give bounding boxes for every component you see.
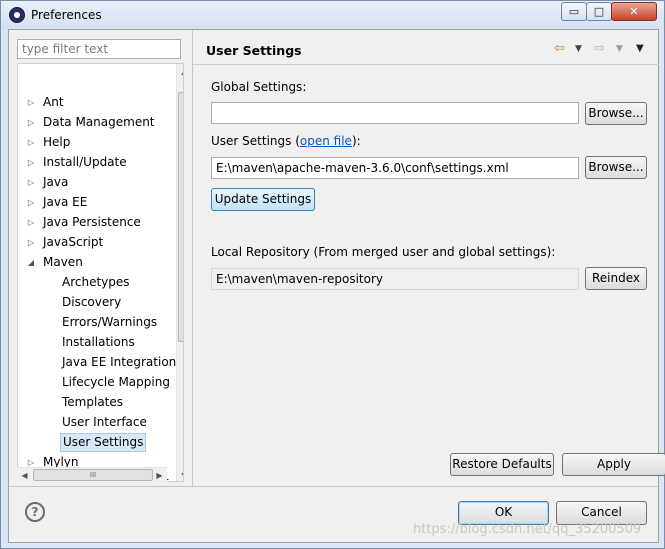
footer-divider	[9, 486, 658, 487]
tree-hscroll-thumb[interactable]: III	[33, 469, 153, 481]
forward-menu-chevron-icon[interactable]: ▼	[616, 41, 623, 57]
header-divider	[193, 64, 659, 65]
tree-item[interactable]: ▷ Java	[18, 173, 176, 192]
forward-arrow-icon[interactable]: ⇨	[594, 41, 605, 57]
tree-item[interactable]: Installations	[18, 333, 176, 352]
tree-item-label: Discovery	[62, 295, 122, 309]
tree-item-label: Ant	[43, 95, 64, 109]
tree-item[interactable]: ▷ Ant	[18, 93, 176, 112]
back-arrow-icon[interactable]: ⇦	[554, 41, 565, 57]
tree-item[interactable]: Discovery	[18, 293, 176, 312]
local-repository-label: Local Repository (From merged user and g…	[211, 245, 556, 259]
tree-collapsed-arrow-icon[interactable]: ▷	[26, 198, 36, 208]
page-title: User Settings	[206, 43, 302, 58]
tree-item-label: Java EE	[43, 195, 88, 209]
tree-item-label: Archetypes	[62, 275, 130, 289]
user-settings-label-suffix: ):	[351, 134, 361, 148]
global-settings-field[interactable]	[211, 102, 579, 124]
tree-collapsed-arrow-icon[interactable]: ▷	[26, 118, 36, 128]
tree-item-label: User Settings	[60, 433, 147, 452]
user-browse-button[interactable]: Browse...	[585, 156, 647, 179]
tree-collapsed-arrow-icon[interactable]: ▷	[26, 98, 36, 108]
scroll-right-arrow-icon[interactable]: ▶	[152, 468, 167, 483]
tree-item-label: Installations	[62, 335, 135, 349]
tree-collapsed-arrow-icon[interactable]: ▷	[26, 178, 36, 188]
reindex-button[interactable]: Reindex	[585, 267, 647, 290]
tree-item-label: User Interface	[62, 415, 147, 429]
panel-sash[interactable]	[192, 30, 193, 486]
user-settings-field[interactable]: E:\maven\apache-maven-3.6.0\conf\setting…	[211, 157, 579, 179]
back-menu-chevron-icon[interactable]: ▼	[575, 41, 582, 57]
tree-item[interactable]: Errors/Warnings	[18, 313, 176, 332]
close-button[interactable]: ✕	[611, 2, 657, 21]
tree-item[interactable]: Lifecycle Mapping	[18, 373, 176, 392]
tree-item-label: Java	[43, 175, 69, 189]
tree-item[interactable]: ▷ JavaScript	[18, 233, 176, 252]
open-file-link[interactable]: open file	[300, 134, 352, 148]
tree-horizontal-scrollbar[interactable]: ◀ III ▶	[17, 467, 167, 483]
maximize-button[interactable]: □	[586, 2, 612, 21]
eclipse-icon	[9, 7, 25, 23]
tree-item[interactable]: Archetypes	[18, 273, 176, 292]
title-bar[interactable]: Preferences ▭ □ ✕	[1, 1, 664, 29]
help-icon[interactable]: ?	[25, 502, 45, 522]
tree-vertical-scrollbar[interactable]: ▲ ▼	[176, 64, 183, 481]
local-repository-field: E:\maven\maven-repository	[211, 268, 579, 290]
update-settings-button[interactable]: Update Settings	[211, 188, 315, 211]
tree-item[interactable]: ▷ Help	[18, 133, 176, 152]
tree-item-label: Help	[43, 135, 71, 149]
scroll-down-arrow-icon[interactable]: ▼	[177, 468, 183, 481]
tree-collapsed-arrow-icon[interactable]: ▷	[26, 218, 36, 228]
tree-item-label: Data Management	[43, 115, 155, 129]
tree-item[interactable]: User Settings	[18, 433, 176, 452]
tree-item[interactable]: User Interface	[18, 413, 176, 432]
tree-collapsed-arrow-icon[interactable]: ▷	[26, 138, 36, 148]
tree-item[interactable]: ◢ Maven	[18, 253, 176, 272]
filter-input[interactable]	[17, 39, 181, 59]
user-settings-label: User Settings (open file):	[211, 134, 361, 148]
tree-item[interactable]: ▷ Install/Update	[18, 153, 176, 172]
tree-item[interactable]: Templates	[18, 393, 176, 412]
window-title: Preferences	[31, 8, 102, 22]
tree-vscroll-thumb[interactable]	[178, 92, 183, 342]
tree-item[interactable]: ▷ Java Persistence	[18, 213, 176, 232]
preferences-window: Preferences ▭ □ ✕ ▲ ▼ ▷ Ant ▷ Data Manageme…	[0, 0, 665, 549]
apply-button[interactable]: Apply	[562, 453, 665, 476]
tree-item-label: Lifecycle Mapping	[62, 375, 170, 389]
global-settings-label: Global Settings:	[211, 80, 307, 94]
minimize-button[interactable]: ▭	[561, 2, 587, 21]
tree-item-label: Maven	[43, 255, 83, 269]
tree-expanded-arrow-icon[interactable]: ◢	[26, 258, 36, 268]
tree-item-label: Templates	[62, 395, 124, 409]
tree-item-label: Install/Update	[43, 155, 127, 169]
tree-item-label: Java EE Integration	[62, 355, 177, 369]
user-settings-label-prefix: User Settings (	[211, 134, 300, 148]
watermark-text: https://blog.csdn.net/qq_35200509	[413, 522, 642, 537]
tree-item-label: Java Persistence	[43, 215, 141, 229]
dialog-body: ▲ ▼ ▷ Ant ▷ Data Management ▷ Help ▷ Install/Up…	[8, 29, 665, 543]
tree-item[interactable]: Java EE Integration	[18, 353, 176, 372]
preferences-tree: ▲ ▼ ▷ Ant ▷ Data Management ▷ Help ▷ Install/Up…	[17, 63, 184, 482]
tree-item[interactable]: ▷ Data Management	[18, 113, 176, 132]
view-menu-icon[interactable]: ▼	[636, 41, 644, 57]
scroll-left-arrow-icon[interactable]: ◀	[17, 468, 32, 483]
tree-item-label: Errors/Warnings	[62, 315, 158, 329]
tree-item[interactable]: ▷ Java EE	[18, 193, 176, 212]
scroll-up-arrow-icon[interactable]: ▲	[177, 64, 183, 79]
tree-item-label: JavaScript	[43, 235, 104, 249]
global-browse-button[interactable]: Browse...	[585, 102, 647, 125]
tree-collapsed-arrow-icon[interactable]: ▷	[26, 158, 36, 168]
restore-defaults-button[interactable]: Restore Defaults	[450, 453, 554, 476]
tree-collapsed-arrow-icon[interactable]: ▷	[26, 238, 36, 248]
